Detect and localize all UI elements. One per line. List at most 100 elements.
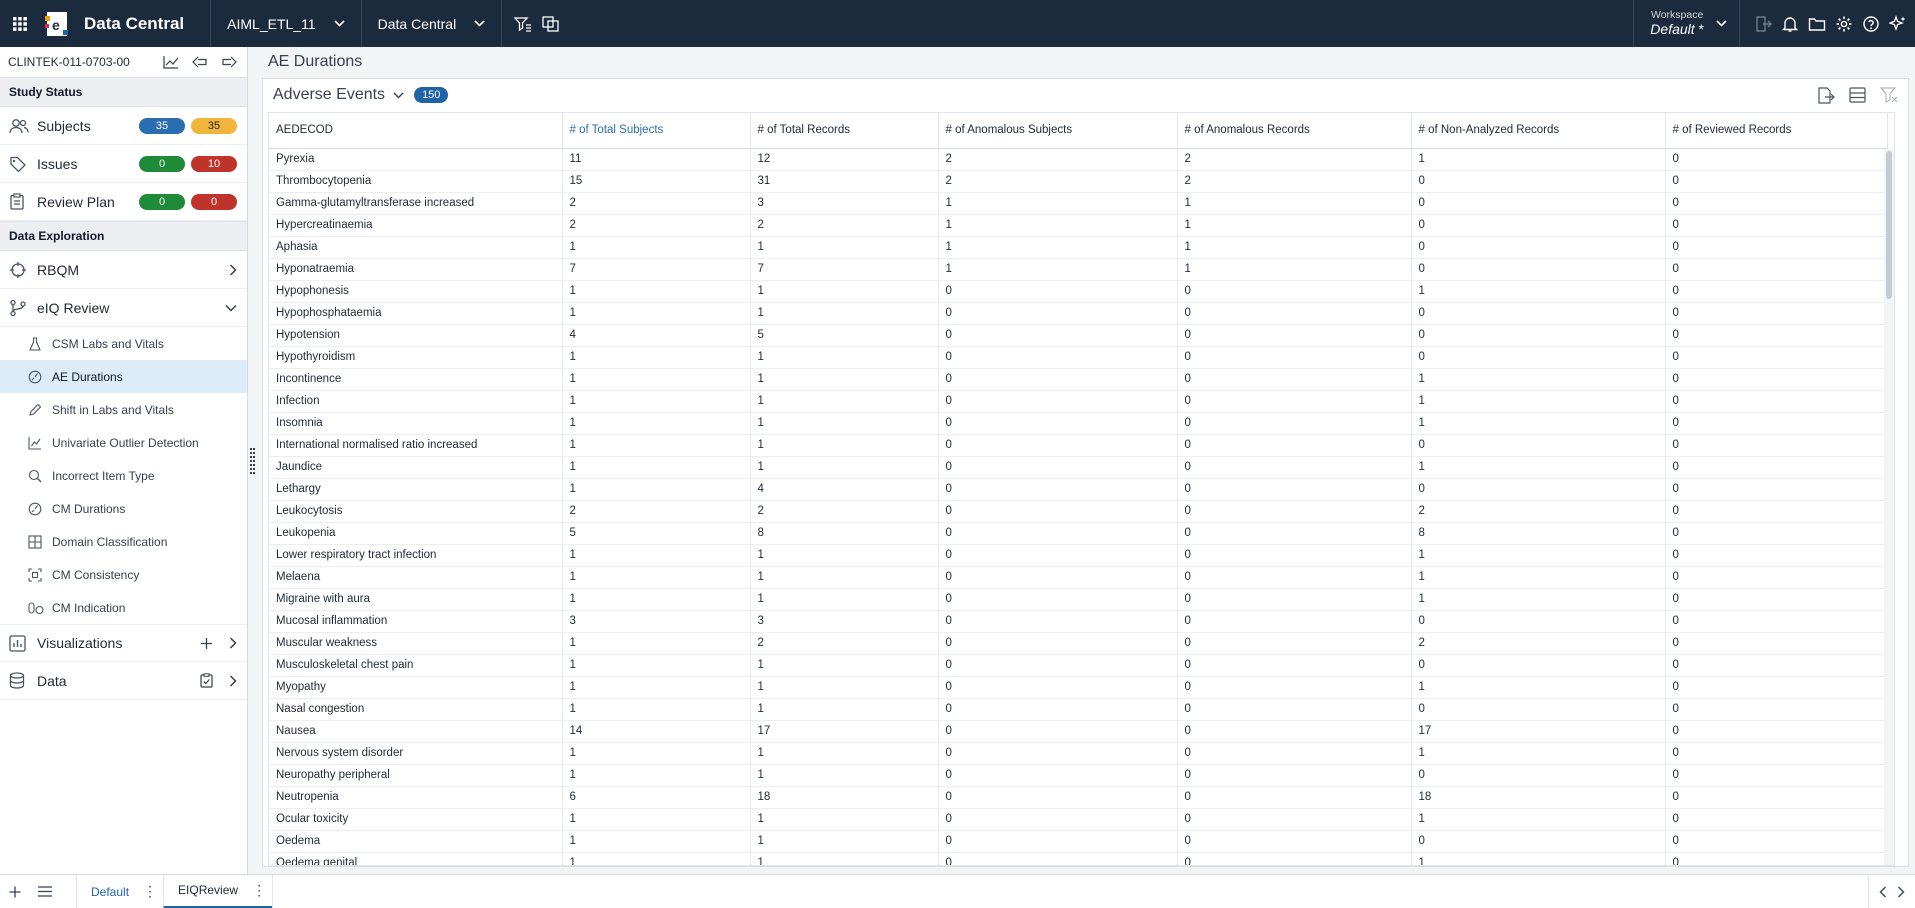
workspace-selector[interactable]: Workspace Default * — [1633, 0, 1740, 47]
status-badge[interactable]: 10 — [191, 155, 237, 172]
table-cell: 0 — [1665, 786, 1888, 809]
back-arrow-icon[interactable] — [192, 55, 208, 69]
forward-arrow-icon[interactable] — [221, 55, 237, 69]
sidebar-item-eiq-review[interactable]: eIQ Review — [0, 289, 247, 327]
clipboard-check-icon[interactable] — [200, 673, 213, 688]
table-row[interactable]: Nasal congestion 1 1 0 0 0 0 — [269, 698, 1888, 721]
table-row[interactable]: Jaundice 1 1 0 0 1 0 — [269, 456, 1888, 479]
study-dropdown[interactable]: AIML_ETL_11 — [211, 0, 360, 47]
sidebar-resize-handle[interactable] — [250, 447, 255, 477]
clear-filter-icon[interactable] — [1880, 87, 1898, 103]
tab-eiqreview[interactable]: EIQReview ⋮ — [163, 874, 273, 908]
table-row[interactable]: Muscular weakness 1 2 0 0 2 0 — [269, 632, 1888, 655]
sidebar-item-visualizations[interactable]: Visualizations — [0, 624, 247, 662]
table-row[interactable]: Infection 1 1 0 0 1 0 — [269, 390, 1888, 413]
table-cell: 0 — [1177, 412, 1412, 435]
column-header-total-records[interactable]: # of Total Records — [750, 113, 939, 149]
table-row[interactable]: Ocular toxicity 1 1 0 0 1 0 — [269, 808, 1888, 831]
notification-bell-icon[interactable] — [1781, 15, 1799, 33]
table-row[interactable]: Leukocytosis 2 2 0 0 2 0 — [269, 500, 1888, 523]
chevron-down-icon[interactable] — [393, 92, 404, 99]
chart-line-icon[interactable] — [163, 55, 179, 69]
table-row[interactable]: Incontinence 1 1 0 0 1 0 — [269, 368, 1888, 391]
table-row[interactable]: Hypothyroidism 1 1 0 0 0 0 — [269, 346, 1888, 369]
table-row[interactable]: Neuropathy peripheral 1 1 0 0 0 0 — [269, 764, 1888, 787]
table-row[interactable]: Myopathy 1 1 0 0 1 0 — [269, 676, 1888, 699]
column-header-aedecod[interactable]: AEDECOD — [269, 113, 563, 149]
table-row[interactable]: Thrombocytopenia 15 31 2 2 0 0 — [269, 170, 1888, 193]
table-row[interactable]: Nausea 14 17 0 0 17 0 — [269, 720, 1888, 743]
table-cell: 8 — [750, 522, 939, 545]
sidebar-sub-domain-classification[interactable]: Domain Classification — [0, 525, 247, 558]
kebab-menu-icon[interactable]: ⋮ — [143, 883, 157, 900]
kebab-menu-icon[interactable]: ⋮ — [252, 882, 266, 899]
table-row[interactable]: Musculoskeletal chest pain 1 1 0 0 0 0 — [269, 654, 1888, 677]
table-row[interactable]: Leukopenia 5 8 0 0 8 0 — [269, 522, 1888, 545]
table-row[interactable]: Aphasia 1 1 1 1 0 0 — [269, 236, 1888, 259]
sidebar-sub-cm-indication[interactable]: CM Indication — [0, 591, 247, 624]
status-badge[interactable]: 0 — [139, 155, 185, 172]
table-row[interactable]: Gamma-glutamyltransferase increased 2 3 1 1 0… — [269, 192, 1888, 215]
app-grid-icon[interactable] — [0, 0, 40, 47]
sidebar-item-rbqm[interactable]: RBQM — [0, 251, 247, 289]
help-icon[interactable] — [1862, 15, 1880, 33]
sidebar-sub-cm-durations[interactable]: CM Durations — [0, 492, 247, 525]
vertical-scrollbar[interactable] — [1884, 149, 1894, 865]
table-row[interactable]: Mucosal inflammation 3 3 0 0 0 0 — [269, 610, 1888, 633]
sidebar-sub-shift-labs[interactable]: Shift in Labs and Vitals — [0, 393, 247, 426]
status-badge[interactable]: 0 — [191, 193, 237, 210]
table-cell: 1 — [1411, 566, 1666, 589]
column-header-total-subjects[interactable]: # of Total Subjects — [562, 113, 751, 149]
sidebar-sub-incorrect-item[interactable]: Incorrect Item Type — [0, 459, 247, 492]
status-badge[interactable]: 35 — [139, 117, 185, 134]
table-row[interactable]: Insomnia 1 1 0 0 1 0 — [269, 412, 1888, 435]
column-header-reviewed-records[interactable]: # of Reviewed Records — [1665, 113, 1888, 149]
sidebar-item-subjects[interactable]: Subjects 35 35 — [0, 107, 247, 145]
sidebar-item-review-plan[interactable]: Review Plan 0 0 — [0, 183, 247, 221]
sidebar-sub-ae-durations[interactable]: AE Durations — [0, 360, 247, 393]
sidebar-item-data[interactable]: Data — [0, 662, 247, 700]
export-icon[interactable] — [1817, 86, 1835, 104]
table-row[interactable]: Lethargy 1 4 0 0 0 0 — [269, 478, 1888, 501]
column-header-non-analyzed-records[interactable]: # of Non-Analyzed Records — [1411, 113, 1666, 149]
table-row[interactable]: International normalised ratio increased… — [269, 434, 1888, 457]
sidebar-sub-cm-consistency[interactable]: CM Consistency — [0, 558, 247, 591]
table-row[interactable]: Hypophonesis 1 1 0 0 1 0 — [269, 280, 1888, 303]
tab-list-button[interactable] — [30, 875, 60, 908]
status-badge[interactable]: 35 — [191, 117, 237, 134]
export-icon[interactable] — [1754, 15, 1772, 33]
table-row[interactable]: Hypotension 4 5 0 0 0 0 — [269, 324, 1888, 347]
sidebar-sub-csm-labs[interactable]: CSM Labs and Vitals — [0, 327, 247, 360]
table-row[interactable]: Oedema genital 1 1 0 0 1 0 — [269, 852, 1888, 865]
sidebar-item-issues[interactable]: Issues 0 10 — [0, 145, 247, 183]
table-row[interactable]: Melaena 1 1 0 0 1 0 — [269, 566, 1888, 589]
add-tab-button[interactable] — [0, 875, 30, 908]
table-cell: 1 — [750, 764, 939, 787]
ai-sparkle-icon[interactable] — [1889, 14, 1907, 33]
table-row[interactable]: Hypophosphataemia 1 1 0 0 0 0 — [269, 302, 1888, 325]
copy-filter-icon[interactable] — [542, 15, 560, 32]
table-row[interactable]: Neutropenia 6 18 0 0 18 0 — [269, 786, 1888, 809]
table-row[interactable]: Lower respiratory tract infection 1 1 0 0 1 0 — [269, 544, 1888, 567]
sidebar-sub-univariate-outlier[interactable]: Univariate Outlier Detection — [0, 426, 247, 459]
table-row[interactable]: Hyponatraemia 7 7 1 1 0 0 — [269, 258, 1888, 281]
filter-tree-icon[interactable] — [514, 16, 532, 32]
scrollbar-thumb[interactable] — [1886, 151, 1892, 299]
table-row[interactable]: Hypercreatinaemia 2 2 1 1 0 0 — [269, 214, 1888, 237]
column-header-anomalous-subjects[interactable]: # of Anomalous Subjects — [938, 113, 1178, 149]
status-badge[interactable]: 0 — [139, 193, 185, 210]
table-row[interactable]: Oedema 1 1 0 0 0 0 — [269, 830, 1888, 853]
column-header-anomalous-records[interactable]: # of Anomalous Records — [1177, 113, 1412, 149]
table-layout-icon[interactable] — [1849, 87, 1866, 103]
chevron-left-icon[interactable] — [1879, 886, 1887, 898]
module-dropdown[interactable]: Data Central — [362, 0, 502, 47]
gear-icon[interactable] — [1835, 15, 1853, 33]
table-row[interactable]: Migraine with aura 1 1 0 0 1 0 — [269, 588, 1888, 611]
card-title-dropdown[interactable]: Adverse Events — [273, 86, 385, 104]
tab-default[interactable]: Default ⋮ — [76, 874, 163, 908]
chevron-right-icon[interactable] — [1897, 886, 1905, 898]
table-row[interactable]: Pyrexia 11 12 2 2 1 0 — [269, 148, 1888, 171]
plus-icon[interactable] — [200, 637, 213, 650]
folder-icon[interactable] — [1808, 15, 1826, 33]
table-row[interactable]: Nervous system disorder 1 1 0 0 1 0 — [269, 742, 1888, 765]
